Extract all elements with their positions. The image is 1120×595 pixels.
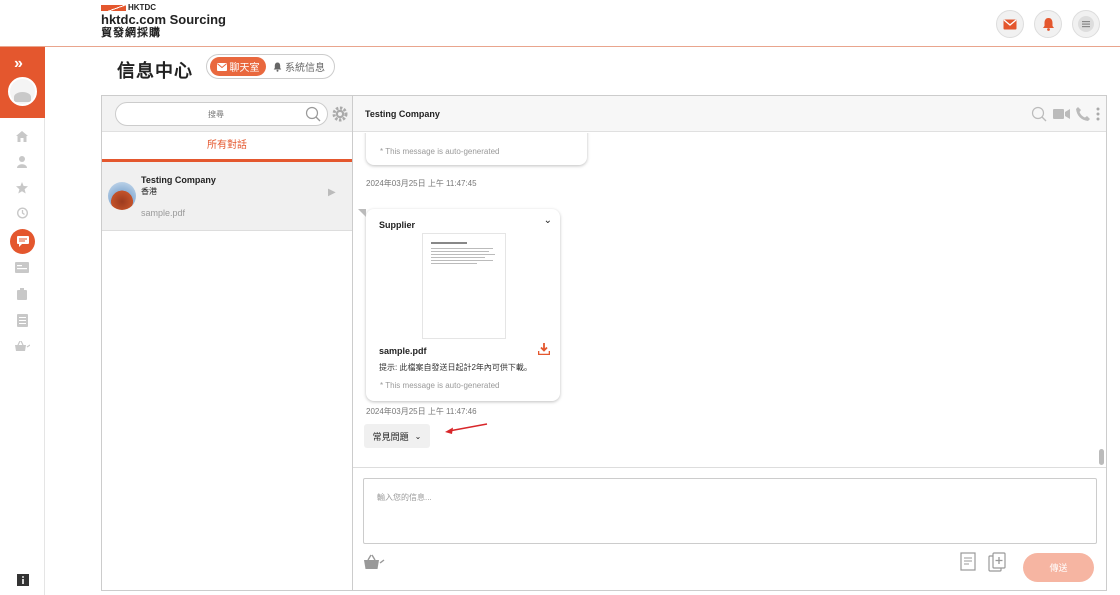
chat-icon (16, 236, 29, 247)
conversation-location: 香港 (141, 187, 157, 196)
annotation-arrow-icon (445, 423, 488, 434)
message-list[interactable]: * This message is auto-generated 2024年03… (353, 133, 1106, 467)
tab-chatroom[interactable]: 聊天室 (210, 57, 266, 76)
list-icon[interactable] (14, 313, 30, 327)
star-icon[interactable] (14, 181, 30, 195)
auto-generated-note: * This message is auto-generated (380, 147, 500, 156)
conversation-search-bar: 搜尋 (102, 96, 352, 132)
sidebar-header: » (0, 47, 45, 118)
message-sender: Supplier (379, 220, 416, 230)
attachment-file-name[interactable]: sample.pdf (379, 346, 427, 356)
search-icon[interactable] (1031, 106, 1047, 122)
send-button[interactable]: 傳送 (1023, 553, 1094, 582)
search-icon[interactable] (305, 106, 321, 122)
conversation-last-message: sample.pdf (141, 208, 186, 218)
left-sidebar: » (0, 47, 45, 595)
faq-label: 常見問題 (372, 431, 409, 442)
chevron-down-icon[interactable]: ⌄ (544, 215, 552, 226)
briefcase-icon[interactable] (14, 287, 30, 301)
download-icon[interactable] (538, 343, 550, 355)
cart-icon[interactable] (14, 339, 30, 353)
logo-subtitle: 貿發網採購 (101, 27, 161, 39)
message-timestamp: 2024年03月25日 上午 11:47:46 (366, 407, 477, 416)
chat-nav-button[interactable] (10, 229, 35, 254)
history-icon[interactable] (14, 206, 30, 220)
home-icon[interactable] (14, 129, 30, 143)
tab-chatroom-label: 聊天室 (229, 63, 260, 74)
hktdc-logo[interactable]: HKTDC hktdc.com Sourcing 貿發網採購 (101, 3, 226, 40)
conversation-name: Testing Company (141, 175, 216, 185)
quote-request-icon[interactable] (960, 552, 977, 572)
message-center-panel: 搜尋 所有對話 Testing Company 香港 sample.pdf ▶ … (101, 95, 1107, 591)
tab-system-messages[interactable]: 系統信息 (273, 57, 325, 76)
file-message-bubble: Supplier ⌄ sample.pdf 提示: 此檔案自發送日起計2年內可供… (358, 209, 560, 401)
chevron-down-icon: ⌄ (414, 431, 422, 441)
user-icon[interactable] (14, 155, 30, 169)
message-input-placeholder: 輸入您的信息... (377, 493, 432, 502)
page-title: 信息中心 (117, 61, 193, 81)
conversation-list-pane: 搜尋 所有對話 Testing Company 香港 sample.pdf ▶ (102, 96, 353, 590)
chat-contact-name: Testing Company (365, 109, 440, 119)
video-call-icon[interactable] (1053, 109, 1070, 119)
scrollbar[interactable] (1099, 449, 1104, 465)
gear-icon[interactable] (332, 106, 348, 122)
envelope-icon (1003, 19, 1017, 29)
messages-button[interactable] (996, 10, 1024, 38)
notifications-button[interactable] (1034, 10, 1062, 38)
compose-area: 輸入您的信息... 傳送 (353, 467, 1106, 590)
message-timestamp: 2024年03月25日 上午 11:47:45 (366, 179, 477, 188)
cart-icon[interactable] (363, 554, 385, 570)
conversation-item[interactable]: Testing Company 香港 sample.pdf ▶ (102, 162, 352, 231)
menu-button[interactable] (1072, 10, 1100, 38)
double-chevron-right-icon[interactable]: » (14, 55, 23, 73)
bell-icon (273, 62, 282, 72)
top-header: HKTDC hktdc.com Sourcing 貿發網採購 (0, 0, 1120, 47)
more-vertical-icon[interactable] (1096, 107, 1100, 121)
company-avatar (108, 182, 136, 210)
envelope-icon (216, 62, 227, 71)
faq-dropdown[interactable]: 常見問題 ⌄ (364, 424, 430, 448)
message-type-toggle: 聊天室 系統信息 (206, 54, 335, 79)
bell-icon (1042, 18, 1054, 31)
chat-header-actions (1031, 106, 1100, 122)
phone-icon[interactable] (1076, 107, 1090, 121)
menu-icon (1078, 16, 1094, 32)
chat-pane: Testing Company * This message is auto-g… (353, 96, 1106, 590)
search-placeholder: 搜尋 (208, 110, 224, 119)
logo-mark: HKTDC (101, 3, 226, 12)
avatar[interactable] (8, 77, 37, 106)
pdf-preview-thumbnail[interactable] (422, 233, 506, 339)
chat-header: Testing Company (353, 96, 1106, 132)
card-icon[interactable] (14, 260, 30, 274)
message-input[interactable]: 輸入您的信息... (363, 478, 1097, 544)
bubble-tail (358, 209, 366, 217)
add-file-icon[interactable] (988, 552, 1006, 572)
chevron-right-icon: ▶ (328, 187, 336, 198)
info-icon[interactable] (15, 573, 31, 587)
tab-system-messages-label: 系統信息 (285, 63, 325, 74)
logo-title: hktdc.com Sourcing (101, 12, 226, 27)
search-input[interactable]: 搜尋 (115, 102, 328, 126)
auto-generated-note: * This message is auto-generated (380, 381, 500, 390)
download-hint: 提示: 此檔案自發送日起計2年內可供下載。 (379, 363, 532, 372)
tab-all-conversations[interactable]: 所有對話 (102, 132, 352, 162)
message-bubble: * This message is auto-generated (366, 133, 587, 165)
